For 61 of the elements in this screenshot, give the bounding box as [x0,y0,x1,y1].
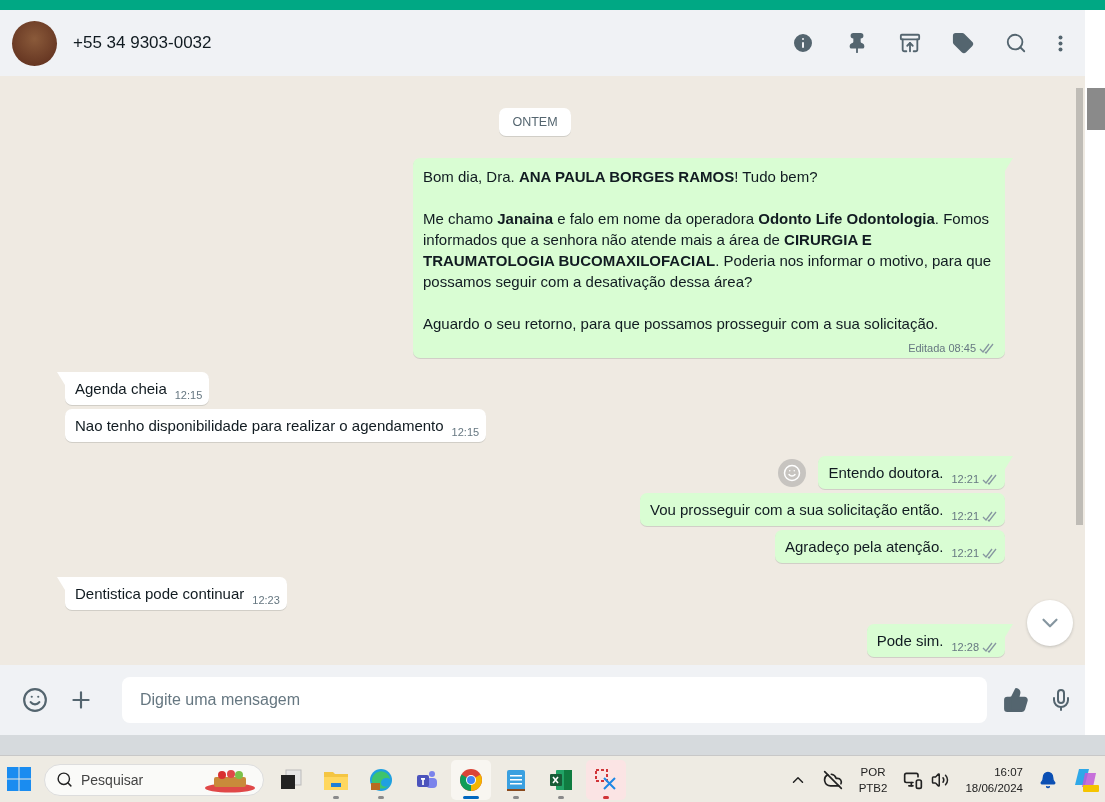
message-text: Me chamo Janaina e falo em nome da operadora Odonto Life Odontologia. Fomos informados que a senhora não atende mais a área de CIRURGIA E TRAUMATOLOGIA BUCOMAXILOFACIAL. Poderia nos informar o motivo, para que possamos seguir com a desativação dessa área? [423,209,993,292]
contact-phone: +55 34 9303-0032 [73,33,213,53]
message-text: Agenda cheia [75,379,167,399]
scroll-thumb [1087,88,1105,130]
search-icon [1005,32,1027,54]
double-check-icon [982,547,998,559]
copilot-icon[interactable] [1073,766,1099,793]
spreadsheet-icon [548,768,573,791]
message-text: Aguardo o seu retorno, para que possamos prosseguir com a sua solicitação. [423,314,940,334]
clock-time: 16:07 [994,764,1023,780]
message-text: Vou prosseguir com a sua solicitação então. [649,500,944,520]
date-chip: ONTEM [499,108,571,136]
menu-button[interactable] [1058,34,1063,52]
info-button[interactable] [791,31,815,55]
clock-date: 18/06/2024 [965,780,1023,796]
message-time: 08:45 [948,342,976,354]
windows-logo-icon [6,765,32,792]
message-time: 12:21 [951,547,979,559]
thumbs-up-button[interactable] [1003,687,1029,713]
smiley-icon [22,687,48,713]
start-button[interactable] [6,765,34,794]
message-time: 12:21 [951,510,979,522]
menu-icon [1058,34,1063,52]
volume-icon[interactable] [931,770,950,789]
emoji-button[interactable] [22,687,48,713]
avatar-photo-placeholder [12,20,57,66]
notepad-icon [505,767,526,792]
double-check-icon [982,510,998,522]
double-check-icon [982,473,998,485]
message-text: Nao tenho disponibilidade para realizar o agendamento [75,416,444,436]
cloud-off-icon[interactable] [822,769,843,790]
message-text: Agradeço pela atenção. [785,537,944,557]
message-time: 12:21 [951,473,979,485]
thumbs-up-icon [1003,687,1029,713]
double-check-icon [982,641,998,653]
message-text: Entendo doutora. [828,463,944,483]
message-text: Pode sim. [876,631,944,651]
message-text: Bom dia, Dra. ANA PAULA BORGES RAMOS! Tudo bem? [423,167,819,187]
notification-bell-icon[interactable] [1039,770,1057,789]
double-check-icon [979,342,995,354]
clock[interactable]: 16:07 18/06/2024 [965,763,1023,796]
message-time: 12:15 [174,389,203,401]
language-code: POR [860,764,886,780]
search-button[interactable] [1005,32,1027,54]
smiley-icon [783,463,802,482]
edge-icon [368,767,393,792]
task-view-icon [279,768,302,791]
message-text: Dentistica pode continuar [75,584,245,604]
message-time: 12:23 [252,594,280,606]
edited-label: Editada [908,342,946,354]
scissors-icon [593,767,618,792]
message-time: 12:15 [451,426,480,438]
message-input[interactable]: Digite uma mensagem [122,677,987,723]
chrome-icon [458,767,483,792]
input-language-indicator[interactable]: POR PTB2 [858,763,888,796]
info-icon [791,31,815,55]
message-time: 12:28 [951,641,979,653]
search-icon [56,770,73,788]
label-button[interactable] [952,32,974,54]
keyboard-layout: PTB2 [858,780,888,796]
tag-icon [952,32,974,54]
